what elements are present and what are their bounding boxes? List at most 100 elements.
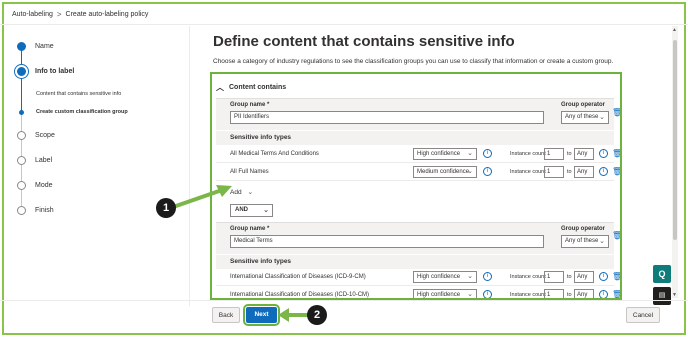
breadcrumb: Auto-labeling > Create auto-labeling pol… <box>12 10 148 19</box>
header-divider <box>0 24 688 25</box>
step-finish[interactable]: Finish <box>17 206 54 215</box>
confidence-select[interactable]: High confidence ⌄ <box>413 148 477 160</box>
step-label: Info to label <box>35 68 75 75</box>
sit-name: All Full Names <box>230 169 269 175</box>
delete-icon[interactable]: 🗑 <box>612 290 620 298</box>
info-icon[interactable]: i <box>599 272 608 281</box>
sit-section-title: Sensitive info types <box>216 255 614 269</box>
wizard-stepper: Name Info to label Content that contains… <box>0 26 190 306</box>
step-label-step[interactable]: Label <box>17 156 52 165</box>
step-scope[interactable]: Scope <box>17 131 55 140</box>
substep-content-contains[interactable]: Content that contains sensitive info <box>19 91 121 97</box>
step-label: Label <box>35 157 53 164</box>
instance-max-input[interactable]: Any <box>574 271 594 283</box>
sit-row: All Full Names Medium confidence ⌄ i Inst… <box>216 164 620 181</box>
chevron-down-icon: ⌄ <box>467 168 473 175</box>
group-operator-value: Any of these <box>565 238 599 244</box>
substep-create-custom-group[interactable]: Create custom classification group <box>19 109 128 115</box>
group-name-input[interactable]: Medical Terms <box>230 235 544 248</box>
group-operator-label: Group operator <box>561 102 606 108</box>
info-icon[interactable]: i <box>599 290 608 298</box>
sit-row: International Classification of Diseases… <box>216 287 620 298</box>
content-contains-header[interactable]: ︿ Content contains <box>216 77 614 97</box>
content-contains-panel: ︿ Content contains Group name * Group op… <box>210 72 622 300</box>
callout-arrow-1 <box>174 185 232 208</box>
chevron-up-icon[interactable]: ︿ <box>216 82 224 93</box>
confidence-value: High confidence <box>417 292 461 298</box>
group-operator-select[interactable]: Any of these ⌄ <box>561 235 609 248</box>
scrollbar-thumb[interactable] <box>673 40 677 240</box>
to-label: to <box>567 292 572 298</box>
step-label: Name <box>35 43 54 50</box>
delete-icon[interactable]: 🗑 <box>612 231 620 240</box>
step-pending-dot <box>17 131 26 140</box>
callout-badge-2: 2 <box>307 305 327 325</box>
info-icon[interactable]: i <box>483 149 492 158</box>
sit-name: International Classification of Diseases… <box>230 274 366 280</box>
callout-arrow-2 <box>278 308 311 322</box>
chevron-down-icon: ⌄ <box>467 291 473 298</box>
instance-min-input[interactable]: 1 <box>544 148 564 160</box>
info-icon[interactable]: i <box>483 167 492 176</box>
group-name-label: Group name * <box>230 226 270 232</box>
group-name-section: Group name * Group operator PII Identifi… <box>216 98 620 130</box>
sit-name: All Medical Terms And Conditions <box>230 151 319 157</box>
stepper-rail-progress <box>21 49 22 115</box>
instance-max-input[interactable]: Any <box>574 289 594 298</box>
confidence-select[interactable]: High confidence ⌄ <box>413 271 477 283</box>
confidence-select[interactable]: High confidence ⌄ <box>413 289 477 298</box>
breadcrumb-current: Create auto-labeling policy <box>65 11 149 18</box>
step-pending-dot <box>17 156 26 165</box>
instance-min-input[interactable]: 1 <box>544 166 564 178</box>
substep-label: Content that contains sensitive info <box>36 91 122 97</box>
delete-icon[interactable]: 🗑 <box>612 149 620 158</box>
back-button[interactable]: Back <box>212 307 240 323</box>
page-description: Choose a category of industry regulation… <box>213 58 614 65</box>
help-assistant-button[interactable]: Q <box>653 265 671 283</box>
step-pending-dot <box>17 181 26 190</box>
substep-label: Create custom classification group <box>36 109 128 115</box>
instance-min-input[interactable]: 1 <box>544 271 564 283</box>
delete-icon[interactable]: 🗑 <box>612 167 620 176</box>
delete-icon[interactable]: 🗑 <box>612 108 620 117</box>
instance-max-input[interactable]: Any <box>574 166 594 178</box>
sit-row: All Medical Terms And Conditions High co… <box>216 146 620 163</box>
chevron-down-icon: ⌄ <box>467 273 473 280</box>
breadcrumb-root[interactable]: Auto-labeling <box>12 11 53 18</box>
step-label: Mode <box>35 182 53 189</box>
instance-count-label: Instance count <box>510 292 546 298</box>
scroll-up-icon[interactable]: ▲ <box>672 27 677 33</box>
step-label: Finish <box>35 207 54 214</box>
step-pending-dot <box>17 206 26 215</box>
next-button[interactable]: Next <box>243 304 280 326</box>
breadcrumb-separator: > <box>56 10 62 19</box>
group-operator-label: Group operator <box>561 226 606 232</box>
footer-divider <box>0 300 688 301</box>
info-icon[interactable]: i <box>483 272 492 281</box>
group-operator-select[interactable]: Any of these ⌄ <box>561 111 609 124</box>
scroll-down-icon[interactable]: ▼ <box>672 292 677 298</box>
instance-count-label: Instance count <box>510 274 546 280</box>
sit-row: International Classification of Diseases… <box>216 269 620 286</box>
step-label: Scope <box>35 132 55 139</box>
feedback-button[interactable]: ▤ <box>653 287 671 305</box>
info-icon[interactable]: i <box>599 149 608 158</box>
sit-section-title: Sensitive info types <box>216 131 614 145</box>
chevron-down-icon: ⌄ <box>599 238 605 245</box>
step-mode[interactable]: Mode <box>17 181 53 190</box>
step-name[interactable]: Name <box>17 42 54 51</box>
delete-icon[interactable]: 🗑 <box>612 272 620 281</box>
info-icon[interactable]: i <box>599 167 608 176</box>
instance-min-input[interactable]: 1 <box>544 289 564 298</box>
group-operator-value: Any of these <box>565 114 599 120</box>
to-label: to <box>567 151 572 157</box>
instance-max-input[interactable]: Any <box>574 148 594 160</box>
chevron-down-icon: ⌄ <box>247 189 254 196</box>
confidence-select[interactable]: Medium confidence ⌄ <box>413 166 477 178</box>
chevron-down-icon: ⌄ <box>263 207 269 214</box>
step-info-to-label[interactable]: Info to label <box>17 67 74 76</box>
group-name-input[interactable]: PII Identifiers <box>230 111 544 124</box>
cancel-button[interactable]: Cancel <box>626 307 660 323</box>
info-icon[interactable]: i <box>483 290 492 298</box>
group-name-label: Group name * <box>230 102 270 108</box>
